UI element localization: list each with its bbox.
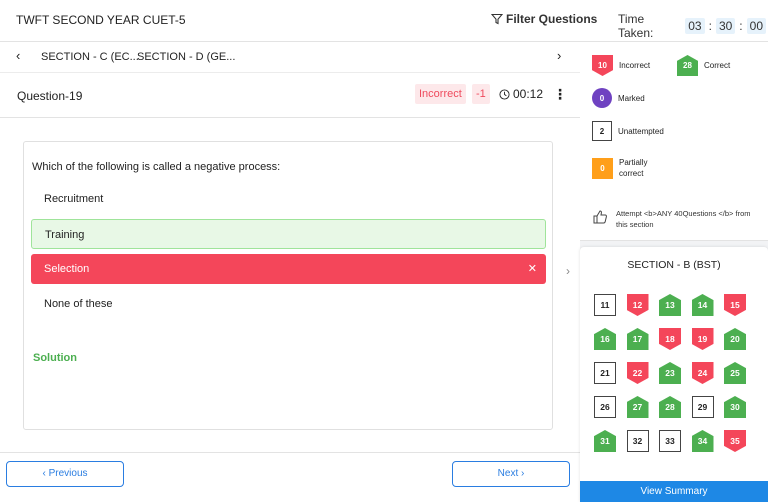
legend-incorrect: 10 Incorrect — [592, 55, 650, 76]
question-palette-item[interactable]: 27 — [626, 396, 649, 418]
question-palette-item[interactable]: 26 — [594, 396, 616, 418]
option-d[interactable]: None of these — [31, 289, 546, 319]
marked-label: Marked — [618, 93, 645, 103]
question-palette-item[interactable]: 16 — [594, 328, 616, 350]
partial-label: Partially correct — [619, 158, 648, 178]
marks-badge: -1 — [472, 84, 490, 104]
more-options-icon[interactable]: ⋮ — [553, 86, 567, 103]
correct-count: 28 — [677, 55, 698, 76]
time-taken-label: Time Taken: — [618, 12, 654, 40]
time-separator: : — [708, 19, 712, 33]
question-palette-item[interactable]: 22 — [626, 362, 649, 384]
chevron-right-icon: › — [521, 468, 525, 479]
unattempted-label: Unattempted — [618, 126, 664, 136]
legend-correct: 28 Correct — [677, 55, 730, 76]
question-palette-item[interactable]: 31 — [594, 430, 616, 452]
attempt-note: Attempt <b>ANY 40Questions </b> from thi… — [592, 209, 762, 230]
time-minutes: 30 — [715, 18, 736, 34]
section-title: SECTION - B (BST) — [627, 259, 721, 271]
time-seconds: 00 — [746, 18, 766, 34]
question-palette-item[interactable]: 23 — [659, 362, 681, 384]
question-palette-item[interactable]: 28 — [659, 396, 681, 418]
close-icon: ✕ — [527, 263, 537, 275]
next-button[interactable]: Next › — [452, 461, 570, 487]
question-palette-item[interactable]: 33 — [659, 430, 681, 452]
marked-count: 0 — [592, 88, 612, 108]
previous-button[interactable]: ‹ Previous — [6, 461, 124, 487]
view-summary-button[interactable]: View Summary — [580, 481, 768, 502]
question-navigation: ‹ Previous Next › — [0, 452, 580, 502]
question-time: 00:12 — [499, 87, 543, 101]
filter-questions-button[interactable]: Filter Questions — [491, 12, 597, 26]
partial-count: 0 — [592, 158, 613, 180]
question-number: Question-19 — [17, 89, 83, 103]
question-palette-item[interactable]: 34 — [691, 430, 714, 452]
option-a[interactable]: Recruitment — [31, 184, 546, 214]
legend-unattempted: 2 Unattempted — [592, 121, 664, 141]
question-palette-item[interactable]: 13 — [659, 294, 681, 316]
question-palette-item[interactable]: 29 — [691, 396, 714, 418]
solution-heading[interactable]: Solution — [33, 352, 77, 364]
question-palette-item[interactable]: 17 — [626, 328, 649, 350]
question-grid: 11 12 13 14 15 16 17 18 19 20 21 22 23 24 25 26 27 28 29 30… — [594, 294, 759, 458]
option-c-selected-wrong[interactable]: Selection ✕ — [31, 254, 546, 284]
question-header: Question-19 Incorrect -1 00:12 ⋮ — [0, 72, 580, 118]
question-text: Which of the following is called a negat… — [32, 161, 281, 173]
question-palette-item[interactable]: 24 — [691, 362, 714, 384]
panel-toggle-chevron-icon[interactable]: › — [556, 259, 580, 283]
status-legend: 10 Incorrect 28 Correct 0 Marked 2 Unatt… — [580, 42, 768, 241]
question-palette-item[interactable]: 21 — [594, 362, 616, 384]
option-c-label: Selection — [44, 263, 90, 275]
correct-label: Correct — [704, 61, 731, 70]
question-palette-item[interactable]: 25 — [724, 362, 746, 384]
question-card: Which of the following is called a negat… — [23, 141, 553, 430]
question-time-value: 00:12 — [513, 87, 544, 101]
option-b-correct[interactable]: Training — [31, 219, 546, 249]
question-palette-item[interactable]: 14 — [691, 294, 714, 316]
unattempted-count: 2 — [592, 121, 612, 141]
time-taken: Time Taken: 03 : 30 : 00 — [618, 12, 768, 40]
next-label: Next — [497, 468, 519, 479]
right-panel: 10 Incorrect 28 Correct 0 Marked 2 Unatt… — [580, 42, 768, 502]
question-palette-item[interactable]: 19 — [691, 328, 714, 350]
tabs-next-chevron-icon[interactable]: › — [557, 48, 561, 63]
question-palette-item[interactable]: 11 — [594, 294, 616, 316]
question-palette-item[interactable]: 12 — [626, 294, 649, 316]
attempt-note-text: Attempt <b>ANY 40Questions </b> from thi… — [616, 209, 751, 229]
question-palette-item[interactable]: 15 — [724, 294, 746, 316]
question-palette-item[interactable]: 35 — [724, 430, 746, 452]
question-palette-item[interactable]: 32 — [626, 430, 649, 452]
thumbs-up-icon — [593, 210, 607, 224]
status-badge: Incorrect — [415, 84, 466, 104]
tab-section-d[interactable]: SECTION - D (GE... — [137, 51, 235, 63]
tab-section-c[interactable]: SECTION - C (EC... — [41, 51, 139, 63]
top-bar: TWFT SECOND YEAR CUET-5 Filter Questions… — [0, 0, 768, 42]
time-separator: : — [739, 19, 743, 33]
filter-questions-label: Filter Questions — [506, 12, 598, 26]
incorrect-count: 10 — [592, 55, 613, 76]
question-palette-item[interactable]: 30 — [724, 396, 746, 418]
clock-icon — [499, 88, 510, 100]
tabs-prev-chevron-icon[interactable]: ‹ — [16, 48, 20, 63]
legend-partial: 0 Partially correct — [592, 158, 659, 180]
test-title: TWFT SECOND YEAR CUET-5 — [16, 13, 186, 27]
filter-icon — [491, 13, 503, 25]
question-palette: SECTION - B (BST) 11 12 13 14 15 16 17 18 19 20 21… — [580, 247, 768, 502]
question-palette-item[interactable]: 20 — [724, 328, 746, 350]
previous-label: Previous — [48, 468, 88, 479]
question-palette-item[interactable]: 18 — [659, 328, 681, 350]
time-hours: 03 — [685, 18, 705, 34]
section-tabs: ‹ SECTION - C (EC... SECTION - D (GE... … — [0, 43, 580, 71]
chevron-left-icon: ‹ — [42, 468, 46, 479]
incorrect-label: Incorrect — [619, 61, 651, 70]
legend-marked: 0 Marked — [592, 88, 645, 108]
